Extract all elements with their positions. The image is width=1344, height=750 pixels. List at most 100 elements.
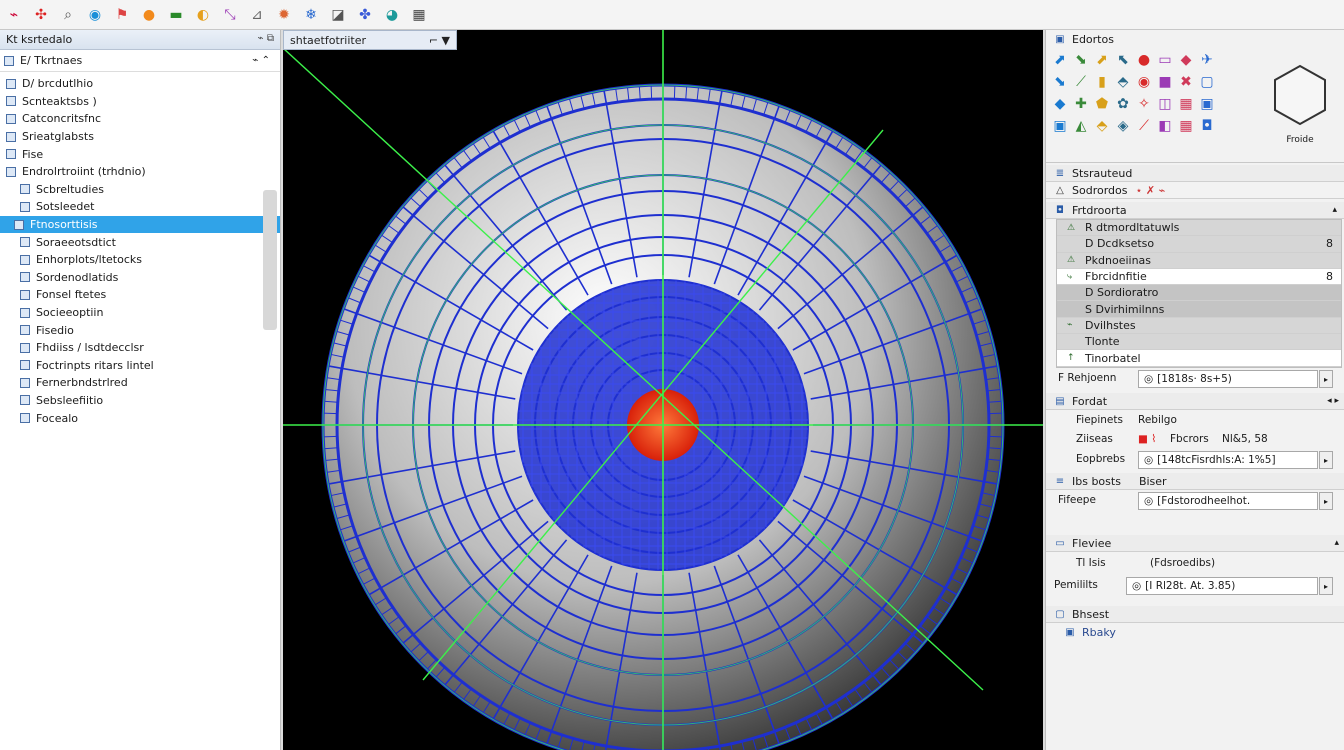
property-row[interactable]: ⚠ R dtmordltatuwls bbox=[1057, 220, 1341, 237]
tree-scrollbar[interactable] bbox=[263, 190, 277, 330]
globe-icon[interactable]: ◉ bbox=[85, 5, 105, 25]
snowflake-icon[interactable]: ❄ bbox=[301, 5, 321, 25]
property-row[interactable]: Tlonte bbox=[1057, 334, 1341, 351]
field4-stepper[interactable]: ▸ bbox=[1319, 577, 1333, 595]
tree-item[interactable]: D/ brcdutlhio bbox=[0, 75, 280, 93]
palette-tool-icon[interactable]: ⬊ bbox=[1073, 52, 1089, 68]
property-row[interactable]: ⚠ Pkdnoeiinas bbox=[1057, 252, 1341, 269]
structure-item[interactable]: △ Sodrordos ⋆ ✗ ⌁ bbox=[1046, 182, 1344, 199]
palette-tool-icon[interactable]: ▢ bbox=[1199, 74, 1215, 90]
color-wheel-icon[interactable]: ◐ bbox=[193, 5, 213, 25]
tree-item[interactable]: Sordenodlatids bbox=[0, 269, 280, 287]
properties-header[interactable]: ◘ Frtdroorta ▴ bbox=[1046, 202, 1344, 219]
collapse-icon[interactable]: ⌁ ⌃ bbox=[252, 55, 270, 66]
palette-tool-icon[interactable]: ✚ bbox=[1073, 96, 1089, 112]
palette-tool-icon[interactable]: ▮ bbox=[1094, 74, 1110, 90]
palette-tool-icon[interactable]: ▣ bbox=[1199, 96, 1215, 112]
palette-tool-icon[interactable]: ⬊ bbox=[1052, 74, 1068, 90]
palette-tool-icon[interactable]: ✈ bbox=[1199, 52, 1215, 68]
format-header[interactable]: ▤ Fordat ◂ ▸ bbox=[1046, 393, 1344, 410]
flag-icon[interactable]: ⚑ bbox=[112, 5, 132, 25]
property-row[interactable]: D Dcdksetso 8 bbox=[1057, 236, 1341, 253]
tree-item[interactable]: Socieeoptiin bbox=[0, 304, 280, 322]
puzzle-icon[interactable]: ✤ bbox=[355, 5, 375, 25]
scale-icon[interactable]: ⤡ bbox=[220, 5, 240, 25]
settings-icon[interactable]: ✹ bbox=[274, 5, 294, 25]
select-icon[interactable]: ⌁ bbox=[4, 5, 24, 25]
tree-item[interactable]: Endrolrtroiint (trhdnio) bbox=[0, 163, 280, 181]
palette-tool-icon[interactable]: ⟋ bbox=[1136, 118, 1152, 134]
palette-preview[interactable]: Froide bbox=[1264, 60, 1336, 150]
remove-icon[interactable]: ⋆ ✗ ⌁ bbox=[1135, 184, 1165, 197]
tree-item[interactable]: Fernerbndstrlred bbox=[0, 374, 280, 392]
tree-item[interactable]: Srieatglabsts bbox=[0, 128, 280, 146]
field1-input[interactable]: ◎ [1818s· 8s+5) bbox=[1138, 370, 1318, 388]
ruler-icon[interactable]: ⊿ bbox=[247, 5, 267, 25]
format-nav-icon[interactable]: ◂ ▸ bbox=[1327, 396, 1339, 406]
palette-tool-icon[interactable]: ✧ bbox=[1136, 96, 1152, 112]
palette-tool-icon[interactable]: ⬉ bbox=[1115, 52, 1131, 68]
tree-item[interactable]: Catconcritsfnc bbox=[0, 110, 280, 128]
palette-tool-icon[interactable]: ◆ bbox=[1178, 52, 1194, 68]
sec5-item[interactable]: ▣ Rbaky bbox=[1064, 626, 1116, 639]
tree-item[interactable]: Enhorplots/ltetocks bbox=[0, 251, 280, 269]
property-row[interactable]: ⌁ Dvilhstes bbox=[1057, 317, 1341, 335]
palette-tool-icon[interactable]: ◧ bbox=[1157, 118, 1173, 134]
tree-item[interactable]: Fonsel ftetes bbox=[0, 286, 280, 304]
palette-tool-icon[interactable]: ▣ bbox=[1052, 118, 1068, 134]
color-swatch-icon[interactable]: ■ ⌇ bbox=[1138, 433, 1156, 445]
tree-item[interactable]: Ftnosorttisis bbox=[0, 215, 280, 234]
sec5-header[interactable]: ▢ Bhsest bbox=[1046, 606, 1344, 623]
structure-header[interactable]: ≣ Stsrauteud bbox=[1046, 165, 1344, 182]
field2-input[interactable]: ◎ [148tcFisrdhls:A: 1%5] bbox=[1138, 451, 1318, 469]
palette-tool-icon[interactable]: ◈ bbox=[1115, 118, 1131, 134]
tree-item[interactable]: Focealo bbox=[0, 409, 280, 427]
palette-tool-icon[interactable]: ⬈ bbox=[1052, 52, 1068, 68]
tree-item[interactable]: Fise bbox=[0, 145, 280, 163]
palette-tool-icon[interactable]: ◭ bbox=[1073, 118, 1089, 134]
palette-tool-icon[interactable]: ⬘ bbox=[1094, 118, 1110, 134]
field3-stepper[interactable]: ▸ bbox=[1319, 492, 1333, 510]
palette-tool-icon[interactable]: ◫ bbox=[1157, 96, 1173, 112]
palette-tool-icon[interactable]: ⬘ bbox=[1115, 74, 1131, 90]
tree-item[interactable]: Scbreltudies bbox=[0, 181, 280, 199]
sec4-nav-icon[interactable]: ▴ bbox=[1334, 538, 1339, 548]
panel-options-icon[interactable]: ⌁ ⧉ bbox=[258, 33, 274, 44]
palette-icon[interactable]: ◕ bbox=[382, 5, 402, 25]
field3-input[interactable]: ◎ [Fdstorodheelhot. bbox=[1138, 492, 1318, 510]
sec3-header[interactable]: ≡ Ibs bosts Biser bbox=[1046, 473, 1344, 490]
scroll-up-icon[interactable]: ▴ bbox=[1332, 205, 1337, 215]
viewport-tab-controls-icon[interactable]: ⌐ ▼ bbox=[429, 34, 450, 47]
palette-tool-icon[interactable]: ■ bbox=[1157, 74, 1173, 90]
tree-root[interactable]: E/ Tkrtnaes ⌁ ⌃ bbox=[0, 50, 280, 72]
field1-stepper[interactable]: ▸ bbox=[1319, 370, 1333, 388]
palette-tool-icon[interactable]: ⟋ bbox=[1073, 74, 1089, 90]
tree-item[interactable]: Fisedio bbox=[0, 321, 280, 339]
tree-item[interactable]: Scnteaktsbs ) bbox=[0, 93, 280, 111]
grid-icon[interactable]: ▦ bbox=[409, 5, 429, 25]
palette-tool-icon[interactable]: ⬟ bbox=[1094, 96, 1110, 112]
tree-item[interactable]: Soraeeotsdtict bbox=[0, 233, 280, 251]
palette-tool-icon[interactable]: ◘ bbox=[1199, 118, 1215, 134]
palette-tool-icon[interactable]: ◉ bbox=[1136, 74, 1152, 90]
sec4-header[interactable]: ▭ Fleviee ▴ bbox=[1046, 535, 1344, 552]
palette-tool-icon[interactable]: ◆ bbox=[1052, 96, 1068, 112]
zoom-icon[interactable]: ⌕ bbox=[58, 5, 78, 25]
palette-tool-icon[interactable]: ⬈ bbox=[1094, 52, 1110, 68]
property-row[interactable]: D Sordioratro bbox=[1057, 285, 1341, 302]
property-row[interactable]: ⤷ Fbrcidnfitie 8 bbox=[1057, 268, 1341, 286]
tree-item[interactable]: Fhdiiss / lsdtdecclsr bbox=[0, 339, 280, 357]
property-row[interactable]: S Dvirhimilnns bbox=[1057, 301, 1341, 318]
palette-tool-icon[interactable]: ▦ bbox=[1178, 96, 1194, 112]
line-icon[interactable]: ▬ bbox=[166, 5, 186, 25]
palette-tool-icon[interactable]: ▭ bbox=[1157, 52, 1173, 68]
palette-tool-icon[interactable]: ✖ bbox=[1178, 74, 1194, 90]
palette-tool-icon[interactable]: ✿ bbox=[1115, 96, 1131, 112]
tree-item[interactable]: Sebsleefiitio bbox=[0, 392, 280, 410]
viewport-tab[interactable]: shtaetfotriiter ⌐ ▼ bbox=[283, 30, 457, 50]
field4-input[interactable]: ◎ [I Rl28t. At. 3.85) bbox=[1126, 577, 1318, 595]
cube-icon[interactable]: ◪ bbox=[328, 5, 348, 25]
transform-icon[interactable]: ✣ bbox=[31, 5, 51, 25]
viewport-3d[interactable]: shtaetfotriiter ⌐ ▼ bbox=[283, 30, 1043, 750]
palette-tool-icon[interactable]: ▦ bbox=[1178, 118, 1194, 134]
